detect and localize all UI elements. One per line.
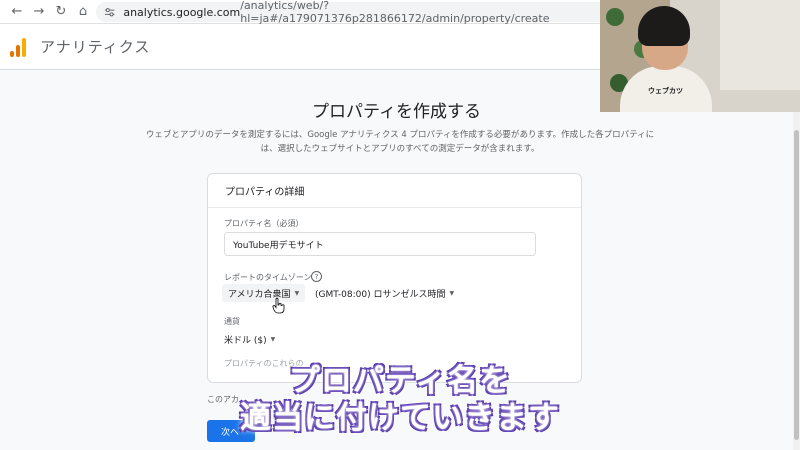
country-select[interactable]: アメリカ合衆国 ▼ (222, 284, 306, 302)
hand-cursor-icon (272, 298, 285, 314)
forward-icon[interactable]: → (28, 1, 50, 23)
card-title: プロパティの詳細 (208, 174, 581, 208)
home-icon[interactable]: ⌂ (72, 1, 94, 23)
dropdown-arrow-icon: ▼ (294, 289, 300, 297)
subtitle-line-2: 適当に付けていきます (239, 399, 560, 437)
webcam-shirt-text: ウェブカツ (648, 87, 683, 95)
timezone-label: レポートのタイムゾーン (224, 273, 312, 282)
analytics-logo-icon[interactable] (10, 37, 28, 57)
currency-select[interactable]: 米ドル ($) ▼ (224, 330, 275, 348)
currency-label: 通貨 (224, 317, 240, 326)
dropdown-arrow-icon: ▼ (270, 335, 276, 343)
timezone-value: (GMT-08:00) ロサンゼルス時間 (315, 289, 446, 300)
currency-value: 米ドル ($) (224, 335, 267, 346)
site-settings-icon[interactable] (104, 6, 115, 18)
webcam-whiteboard (720, 0, 800, 90)
help-icon[interactable]: ? (311, 271, 322, 282)
url-path: /analytics/web/?hl=ja#/a179071376p281866… (240, 0, 550, 25)
timezone-select[interactable]: (GMT-08:00) ロサンゼルス時間 ▼ (315, 284, 454, 302)
property-details-card: プロパティの詳細 プロパティ名（必須） YouTube用デモサイト レポートのタ… (207, 173, 582, 383)
webcam-overlay: ウェブカツ (600, 0, 800, 112)
page-description: ウェブとアプリのデータを測定するには、Google アナリティクス 4 プロパテ… (145, 130, 655, 154)
property-name-label: プロパティ名（必須） (224, 219, 304, 228)
address-bar[interactable]: analytics.google.com/analytics/web/?hl=j… (96, 0, 616, 25)
reload-icon[interactable]: ↻ (50, 1, 72, 23)
property-name-input[interactable]: YouTube用デモサイト (224, 232, 536, 256)
dropdown-arrow-icon: ▼ (449, 289, 455, 297)
back-icon[interactable]: ← (6, 1, 28, 23)
webcam-person-hair (638, 6, 690, 46)
url-host: analytics.google.com (123, 5, 241, 19)
app-title: アナリティクス (40, 38, 151, 56)
